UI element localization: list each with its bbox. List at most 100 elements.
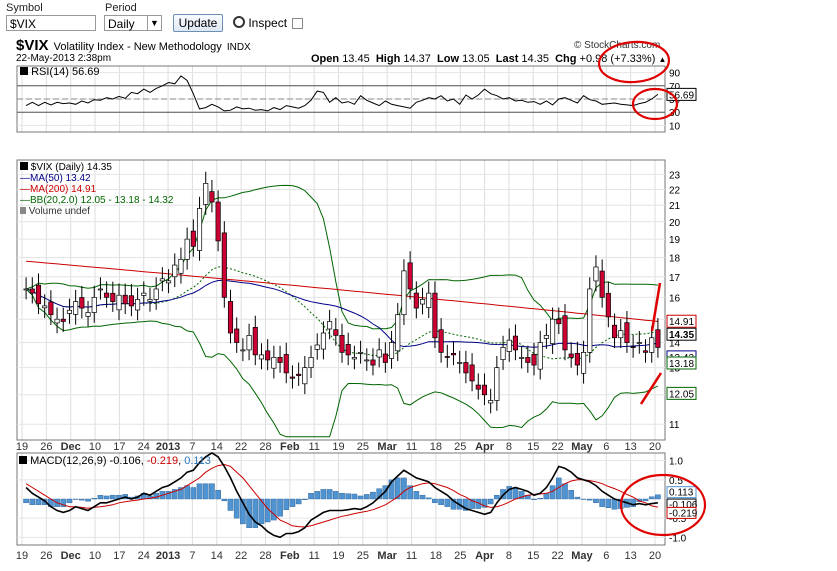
macd-histogram-bar [357, 495, 364, 500]
candle-body [35, 284, 42, 305]
macd-tick-label: -1.0 [669, 533, 687, 544]
rsi-last-box [666, 87, 697, 101]
chevron-down-icon: ▼ [147, 16, 161, 30]
legend-ma200-swatch: — [20, 184, 30, 195]
macd-histogram-bar [48, 498, 54, 507]
macd-histogram-bar [258, 498, 265, 525]
macd-histogram-bar [376, 488, 382, 500]
macd-histogram-bar [537, 498, 544, 500]
macd-histogram-bar [580, 498, 587, 500]
macd-histogram-bar [642, 498, 649, 502]
macd-signal-line [25, 463, 658, 528]
macd-tick-label: 0.5 [669, 476, 683, 487]
macd-histogram-bar [450, 498, 457, 510]
macd-histogram-bar [562, 483, 568, 500]
candle-body [302, 367, 308, 385]
x-tick-label: 18 [430, 441, 442, 453]
macd-histogram-bar [574, 496, 581, 500]
legend-volume: Volume undef [20, 206, 173, 217]
candle-body [463, 362, 469, 374]
x-tick-label: 8 [506, 441, 512, 453]
macd-histogram-bar [277, 498, 283, 517]
ma50-line [25, 279, 658, 348]
price-tick-label: 20 [669, 218, 681, 229]
macd-histogram-bar [648, 496, 655, 500]
x-tick-label: Apr [475, 550, 495, 562]
inspect-toggle[interactable]: Inspect [233, 15, 287, 30]
quote-date: 22-May-2013 2:38pm [16, 53, 112, 64]
candle-body [500, 347, 506, 360]
x-tick-label: 15 [527, 441, 539, 453]
candle-body [525, 357, 531, 363]
macd-histogram-bar [23, 498, 29, 504]
macd-histogram-bar [500, 489, 506, 500]
inspect-label: Inspect [248, 16, 288, 30]
macd-histogram-bar [549, 485, 556, 500]
rsi-title-text: RSI(14) 56.69 [31, 66, 100, 78]
x-tick-label: May [571, 441, 593, 453]
candle-body [85, 312, 91, 317]
x-tick-label: 22 [551, 550, 563, 562]
x-tick-label: 14 [211, 550, 223, 562]
macd-histogram-bar [555, 477, 562, 500]
macd-histogram-bar [66, 498, 73, 504]
candle-body [296, 373, 302, 376]
x-tick-label: Feb [280, 550, 300, 562]
candle-body [327, 321, 333, 330]
rsi-tick-label: 50 [669, 95, 681, 106]
price-tick-label: 15 [669, 315, 681, 326]
macd-histogram-bar [370, 491, 376, 500]
period-label: Period [105, 2, 137, 14]
x-tick-label: Mar [377, 441, 397, 453]
legend-bb-swatch: — [20, 195, 30, 206]
rsi-last-label: 56.69 [669, 90, 694, 101]
macd-tick-label: -0.5 [669, 514, 687, 525]
macd-title-macd: -0.106 [109, 455, 141, 467]
macd-histogram-bar [252, 498, 259, 528]
macd-title-signal: -0.219 [146, 455, 179, 467]
macd-histogram-bar [178, 487, 184, 500]
macd-histogram-bar [128, 496, 135, 500]
x-tick-label: 28 [259, 441, 271, 453]
inspect-checkbox[interactable] [292, 18, 303, 29]
candle-body [283, 354, 289, 374]
candle-body [116, 294, 122, 311]
legend-bb: —BB(20,2.0) 12.05 - 13.18 - 14.32 [20, 195, 173, 206]
candle-body [419, 299, 426, 305]
candle-body [23, 288, 29, 291]
candle-body [221, 232, 227, 298]
x-tick-label: Mar [377, 550, 397, 562]
candle-body [543, 335, 549, 339]
symbol-input[interactable]: $VIX [6, 15, 96, 31]
macd-value-box [666, 506, 697, 519]
period-select[interactable]: Daily ▼ [104, 15, 162, 31]
macd-histogram-bar [116, 494, 122, 500]
candle-body [574, 353, 580, 366]
macd-histogram-bar [159, 491, 166, 500]
macd-histogram-bar [271, 498, 277, 521]
x-tick-label: 13 [625, 550, 637, 562]
macd-histogram-bar [110, 494, 116, 500]
macd-histogram-bar [41, 498, 48, 505]
candle-body [122, 294, 128, 305]
rsi-tick-label: 90 [669, 69, 681, 80]
x-tick-label: 25 [454, 441, 466, 453]
macd-histogram-bar [401, 477, 407, 500]
annotation-stroke-lower [639, 372, 663, 405]
price-tick-label: 22 [669, 185, 681, 196]
macd-histogram-bar [85, 498, 91, 502]
macd-title-name: MACD(12,26,9) [30, 455, 107, 467]
macd-histogram-bar [196, 483, 203, 500]
macd-histogram-bar [79, 498, 85, 501]
legend-ma200-text: MA(200) 14.91 [30, 184, 97, 195]
candle-body [550, 318, 556, 344]
rsi-line [25, 75, 659, 112]
symbol-title: $VIX [16, 37, 49, 54]
x-tick-label: 19 [16, 550, 28, 562]
quote-bar: Open 13.45 High 14.37 Low 13.05 Last 14.… [311, 53, 666, 65]
candle-body [60, 318, 66, 322]
macd-histogram-bar [363, 494, 370, 500]
chg-value: +0.98 (+7.33%) [579, 53, 656, 65]
candle-body [642, 350, 649, 353]
update-button[interactable]: Update [173, 14, 223, 32]
